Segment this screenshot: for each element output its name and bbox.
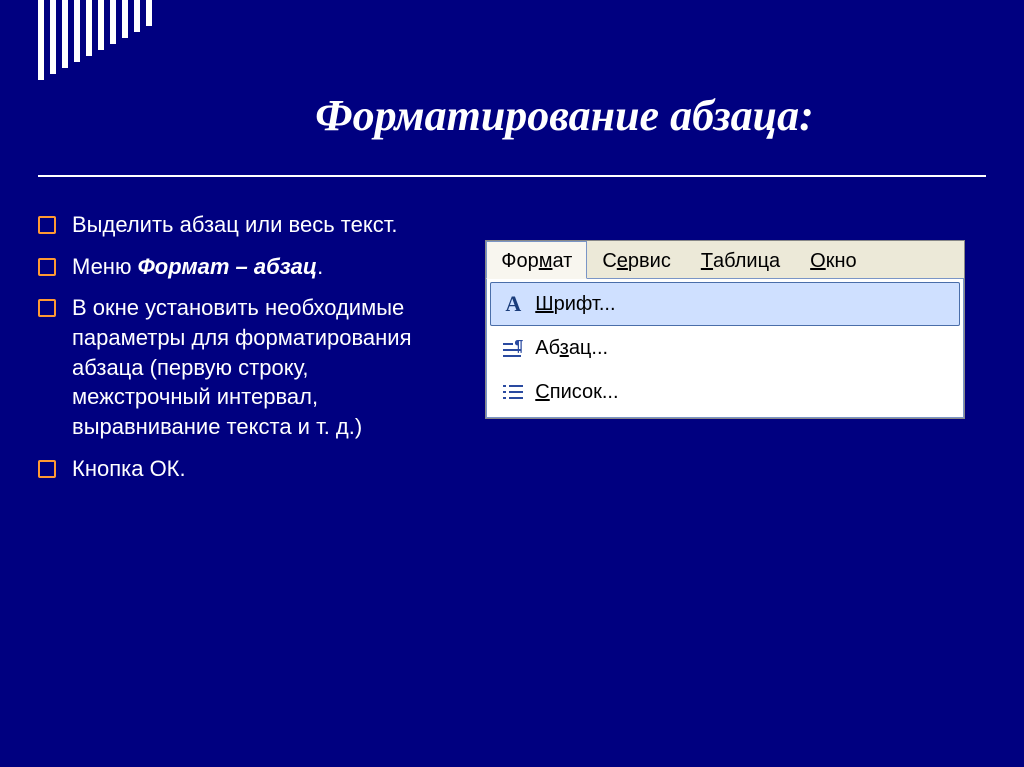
menu-item-font[interactable]: A Шрифт... <box>490 282 960 326</box>
menu-item-paragraph[interactable]: ¶ Абзац... <box>490 326 960 370</box>
menu-window[interactable]: Окно <box>795 241 871 279</box>
bullet-list: Выделить абзац или весь текст. Меню Форм… <box>38 210 465 737</box>
menu-service[interactable]: Сервис <box>587 241 686 279</box>
corner-decoration <box>38 0 152 80</box>
slide-title: Форматирование абзаца: <box>165 90 964 141</box>
bullet-item: Выделить абзац или весь текст. <box>38 210 445 240</box>
menu-item-list[interactable]: Список... <box>490 370 960 414</box>
word-menu-window: Формат Сервис Таблица Окно A Шрифт <box>485 240 965 419</box>
format-dropdown: A Шрифт... ¶ Абзац... <box>486 278 964 418</box>
list-icon <box>491 383 535 401</box>
menu-screenshot: Формат Сервис Таблица Окно A Шрифт <box>465 210 986 737</box>
bullet-item: В окне установить необходимые параметры … <box>38 293 445 441</box>
menu-format[interactable]: Формат <box>486 241 587 279</box>
paragraph-icon: ¶ <box>491 339 535 357</box>
menu-table[interactable]: Таблица <box>686 241 795 279</box>
bullet-item: Кнопка ОК. <box>38 454 445 484</box>
bullet-item: Меню Формат – абзац. <box>38 252 445 282</box>
title-divider <box>38 175 986 177</box>
font-icon: A <box>491 291 535 317</box>
menu-more[interactable] <box>872 241 892 279</box>
menubar: Формат Сервис Таблица Окно <box>486 241 964 279</box>
